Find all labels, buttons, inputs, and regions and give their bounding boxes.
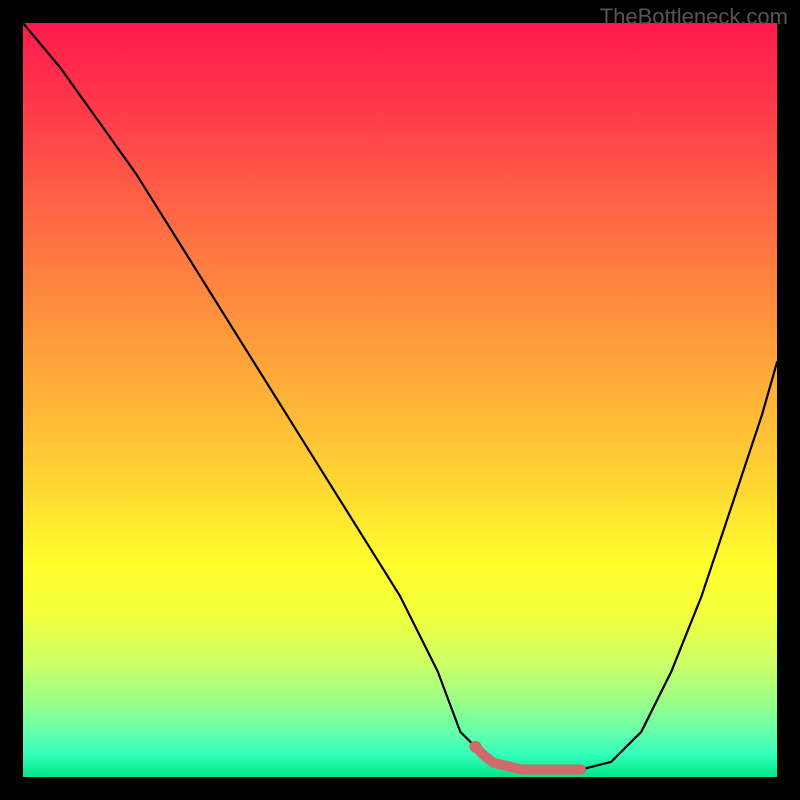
watermark-text: TheBottleneck.com [600,4,788,30]
optimal-range-dot [469,741,481,753]
bottleneck-curve-path [23,23,777,770]
bottleneck-curve-svg [23,23,777,777]
optimal-range-marker [475,747,581,770]
chart-plot-area [23,23,777,777]
